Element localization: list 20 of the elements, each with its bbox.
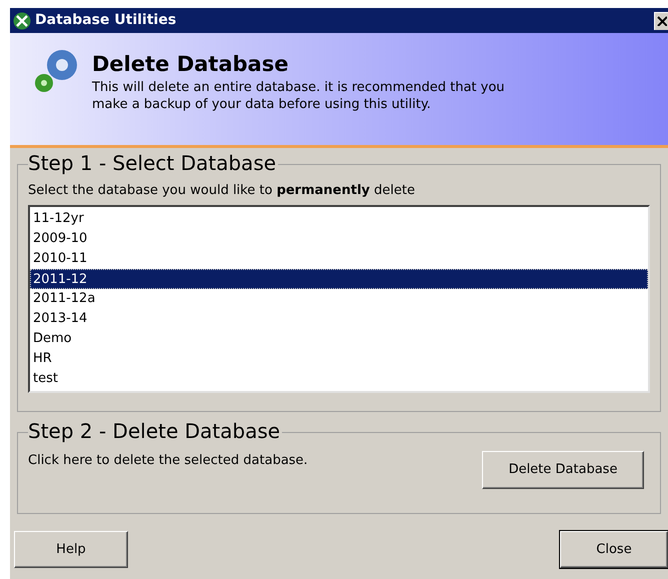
close-dialog-button[interactable]: Close <box>560 531 668 568</box>
database-item[interactable]: 2010-11 <box>30 249 648 269</box>
database-item[interactable]: Demo <box>30 329 648 349</box>
step2-instruction: Click here to delete the selected database. <box>28 453 308 469</box>
database-item[interactable]: 2009-10 <box>30 229 648 249</box>
help-button[interactable]: Help <box>14 531 128 568</box>
close-button[interactable] <box>654 12 668 30</box>
database-item[interactable]: 2011-12 <box>30 269 648 289</box>
database-item[interactable]: 2013-14 <box>30 309 648 329</box>
window-title: Database Utilities <box>35 11 178 30</box>
close-icon <box>657 16 667 26</box>
header-description: This will delete an entire database. it is recommended that you make a backup of your data before using this utility. <box>92 79 506 113</box>
database-item[interactable]: HR <box>30 349 648 369</box>
header-title: Delete Database <box>92 51 290 77</box>
database-item[interactable]: 11-12yr <box>30 209 648 229</box>
delete-database-button[interactable]: Delete Database <box>482 451 644 489</box>
database-item[interactable]: 2011-12a <box>30 289 648 309</box>
database-item[interactable]: test <box>30 369 648 389</box>
database-list[interactable]: 11-12yr 2009-10 2010-11 2011-12 2011-12a 2013-14 Demo HR test <box>28 205 650 393</box>
step1-instruction: Select the database you would like to permanently delete <box>28 183 416 199</box>
